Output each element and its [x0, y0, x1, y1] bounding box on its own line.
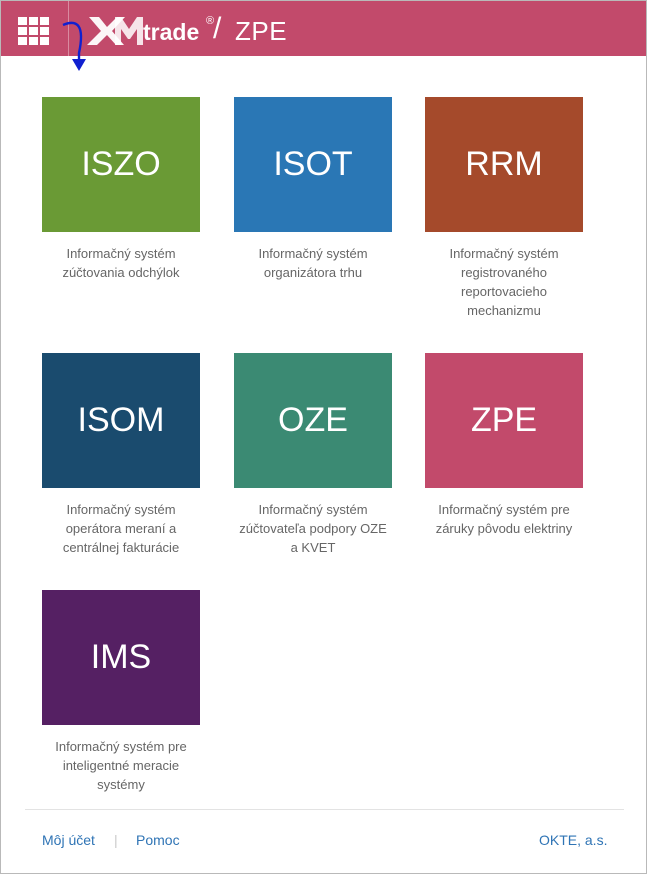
app-tile-description: Informačný systém pre záruky pôvodu elekt…	[425, 500, 583, 538]
app-menu-button[interactable]	[1, 1, 69, 56]
app-tile-description: Informačný systém operátora meraní a centr…	[42, 500, 200, 557]
app-tile-description-line: reportovacieho	[461, 284, 547, 299]
app-tile-description-line: operátora meraní a	[65, 521, 177, 536]
app-tile-description-line: Informačný systém pre	[438, 502, 570, 517]
app-tile-description-line: Informačný systém	[258, 502, 368, 517]
app-tile-description-line: Informačný systém	[449, 246, 559, 261]
app-window: trade ® / ZPE ISZO Informačný systém zúčto…	[0, 0, 647, 874]
app-tile-description-line: Informačný systém	[66, 502, 176, 517]
help-link[interactable]: Pomoc	[136, 832, 180, 848]
app-tile-code: ZPE	[425, 353, 583, 488]
app-tile-description: Informačný systém registrovaného reportova…	[425, 244, 583, 320]
app-tile-oze[interactable]: OZE Informačný systém zúčtovateľa podpory …	[234, 353, 392, 557]
okte-link[interactable]: OKTE, a.s.	[539, 832, 607, 848]
curved-arrow-icon	[62, 21, 86, 71]
my-account-link[interactable]: Môj účet	[42, 832, 95, 848]
app-tile-description-line: registrovaného	[461, 265, 547, 280]
app-tile-description: Informačný systém zúčtovania odchýlok	[42, 244, 200, 282]
app-title: ZPE	[235, 16, 288, 46]
app-tile-description-line: systémy	[97, 777, 145, 792]
app-tile-description-line: mechanizmu	[467, 303, 541, 318]
app-tile-description-line: zúčtovateľa podpory OZE	[239, 521, 387, 536]
app-tile-description-line: a KVET	[290, 540, 336, 555]
app-tile-code: OZE	[234, 353, 392, 488]
app-tile-code: IMS	[42, 590, 200, 725]
app-tile-rrm[interactable]: RRM Informačný systém registrovaného report…	[425, 97, 583, 320]
app-tile-description-line: Informačný systém	[66, 246, 176, 261]
app-tile-description-line: centrálnej fakturácie	[62, 540, 180, 555]
app-tile-ims[interactable]: IMS Informačný systém pre inteligentné mer…	[42, 590, 200, 794]
app-tile-code: ISOM	[42, 353, 200, 488]
app-tile-iszo[interactable]: ISZO Informačný systém zúčtovania odchýlok	[42, 97, 200, 282]
app-tile-description-line: zúčtovania odchýlok	[62, 265, 180, 280]
app-tile-code: RRM	[425, 97, 583, 232]
app-tile-description-line: organizátora trhu	[263, 265, 363, 280]
app-tile-description-line: Informačný systém pre	[55, 739, 187, 754]
app-tile-description-line: inteligentné meracie	[62, 758, 180, 773]
app-tile-description-line: záruky pôvodu elektriny	[435, 521, 573, 536]
app-tile-code: ISZO	[42, 97, 200, 232]
app-tile-description: Informačný systém zúčtovateľa podpory OZE…	[234, 500, 392, 557]
footer-divider	[25, 809, 624, 810]
app-tile-zpe[interactable]: ZPE Informačný systém pre záruky pôvodu el…	[425, 353, 583, 538]
brand-text: trade	[143, 19, 199, 45]
app-tile-isot[interactable]: ISOT Informačný systém organizátora trhu	[234, 97, 392, 282]
app-tile-description-line: Informačný systém	[258, 246, 368, 261]
app-tile-code: ISOT	[234, 97, 392, 232]
app-tile-isom[interactable]: ISOM Informačný systém operátora meraní a c…	[42, 353, 200, 557]
app-tile-description: Informačný systém organizátora trhu	[234, 244, 392, 282]
grid-menu-icon	[18, 17, 50, 45]
app-tile-description: Informačný systém pre inteligentné meraci…	[42, 737, 200, 794]
xmtrade-logo: trade ®	[87, 15, 214, 45]
footer-separator: |	[114, 832, 118, 848]
title-separator: /	[213, 12, 222, 45]
